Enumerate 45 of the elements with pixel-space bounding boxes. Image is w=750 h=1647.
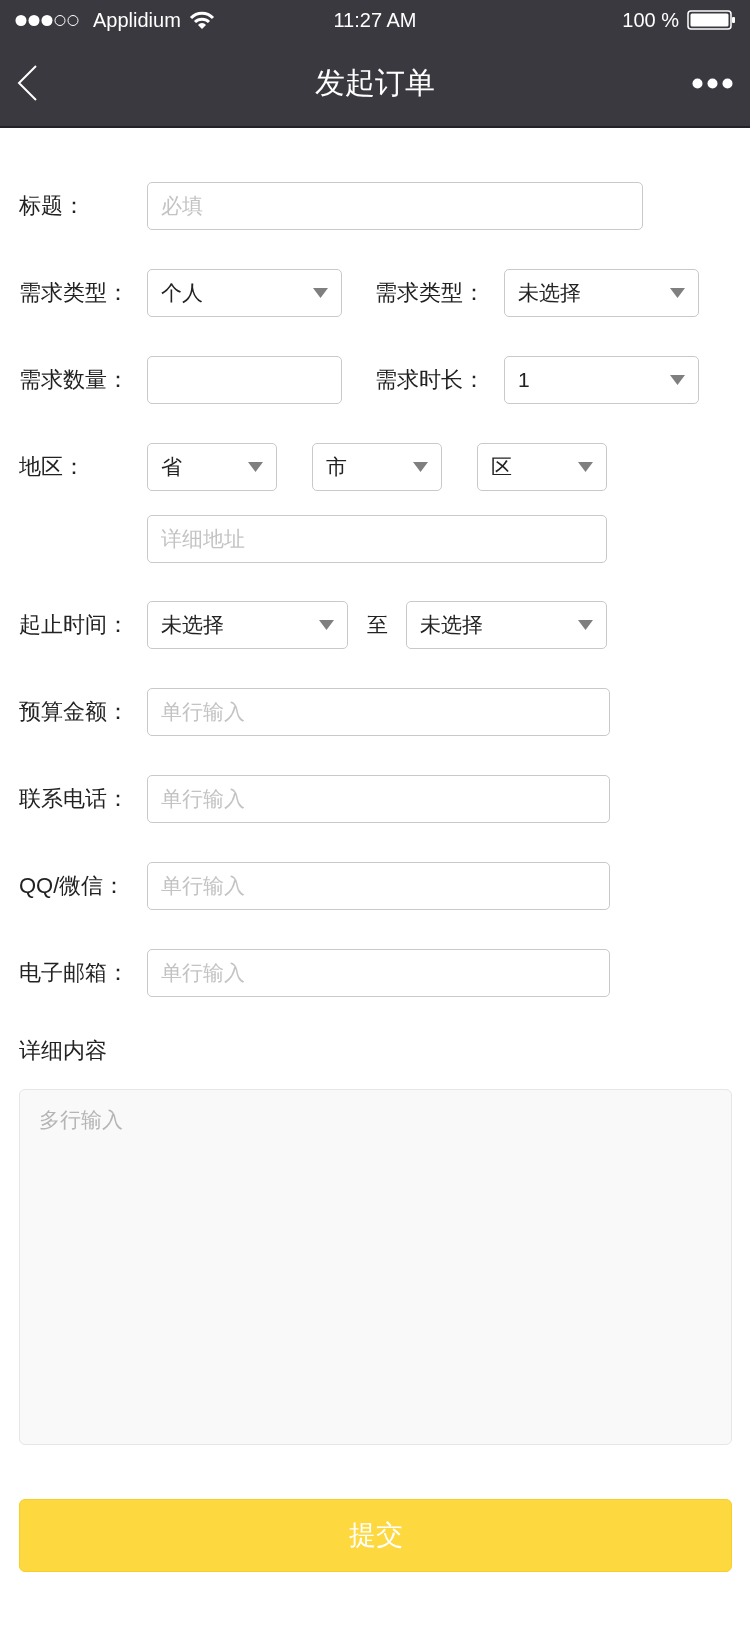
field-label: 联系电话： bbox=[19, 785, 130, 813]
more-icon[interactable] bbox=[692, 77, 733, 89]
caret-icon bbox=[578, 462, 593, 472]
carrier-name: Applidium bbox=[93, 8, 181, 33]
text-field[interactable]: 详细地址 bbox=[147, 515, 607, 563]
page-title: 发起订单 bbox=[315, 65, 435, 101]
text-field[interactable]: 单行输入 bbox=[147, 949, 610, 997]
dropdown[interactable]: 个人 bbox=[147, 269, 342, 317]
range-separator: 至 bbox=[365, 612, 389, 639]
caret-icon bbox=[248, 462, 263, 472]
caret-icon bbox=[313, 288, 328, 298]
clock-time: 11:27 AM bbox=[333, 8, 417, 33]
field-label: QQ/微信： bbox=[19, 872, 127, 900]
dropdown[interactable]: 1 bbox=[504, 356, 699, 404]
text-field[interactable]: 必填 bbox=[147, 182, 643, 230]
text-field[interactable]: 单行输入 bbox=[147, 775, 610, 823]
wifi-icon bbox=[188, 10, 215, 30]
dropdown[interactable]: 未选择 bbox=[504, 269, 699, 317]
field-label: 起止时间： bbox=[19, 611, 130, 639]
textarea-field[interactable]: 多行输入 bbox=[19, 1089, 732, 1445]
caret-icon bbox=[670, 375, 685, 385]
field-label: 电子邮箱： bbox=[19, 959, 130, 987]
caret-icon bbox=[578, 620, 593, 630]
caret-icon bbox=[413, 462, 428, 472]
dropdown[interactable]: 省 bbox=[147, 443, 277, 491]
dropdown[interactable]: 市 bbox=[312, 443, 442, 491]
caret-icon bbox=[670, 288, 685, 298]
field-label: 地区： bbox=[19, 453, 86, 481]
field-label: 需求类型： bbox=[375, 279, 486, 307]
text-field[interactable]: 单行输入 bbox=[147, 862, 610, 910]
battery-percent: 100 % bbox=[622, 8, 679, 33]
field-label: 标题： bbox=[19, 192, 86, 220]
field-label: 需求数量： bbox=[19, 366, 130, 394]
back-icon[interactable] bbox=[17, 65, 38, 101]
dropdown[interactable]: 区 bbox=[477, 443, 607, 491]
battery-icon bbox=[687, 10, 735, 30]
dropdown[interactable]: 未选择 bbox=[406, 601, 607, 649]
field-label: 预算金额： bbox=[19, 698, 130, 726]
field-label: 需求类型： bbox=[19, 279, 130, 307]
dropdown[interactable]: 未选择 bbox=[147, 601, 348, 649]
section-label: 详细内容 bbox=[19, 1037, 108, 1065]
caret-icon bbox=[319, 620, 334, 630]
text-field[interactable]: 单行输入 bbox=[147, 688, 610, 736]
text-field[interactable] bbox=[147, 356, 342, 404]
field-label: 需求时长： bbox=[375, 366, 486, 394]
